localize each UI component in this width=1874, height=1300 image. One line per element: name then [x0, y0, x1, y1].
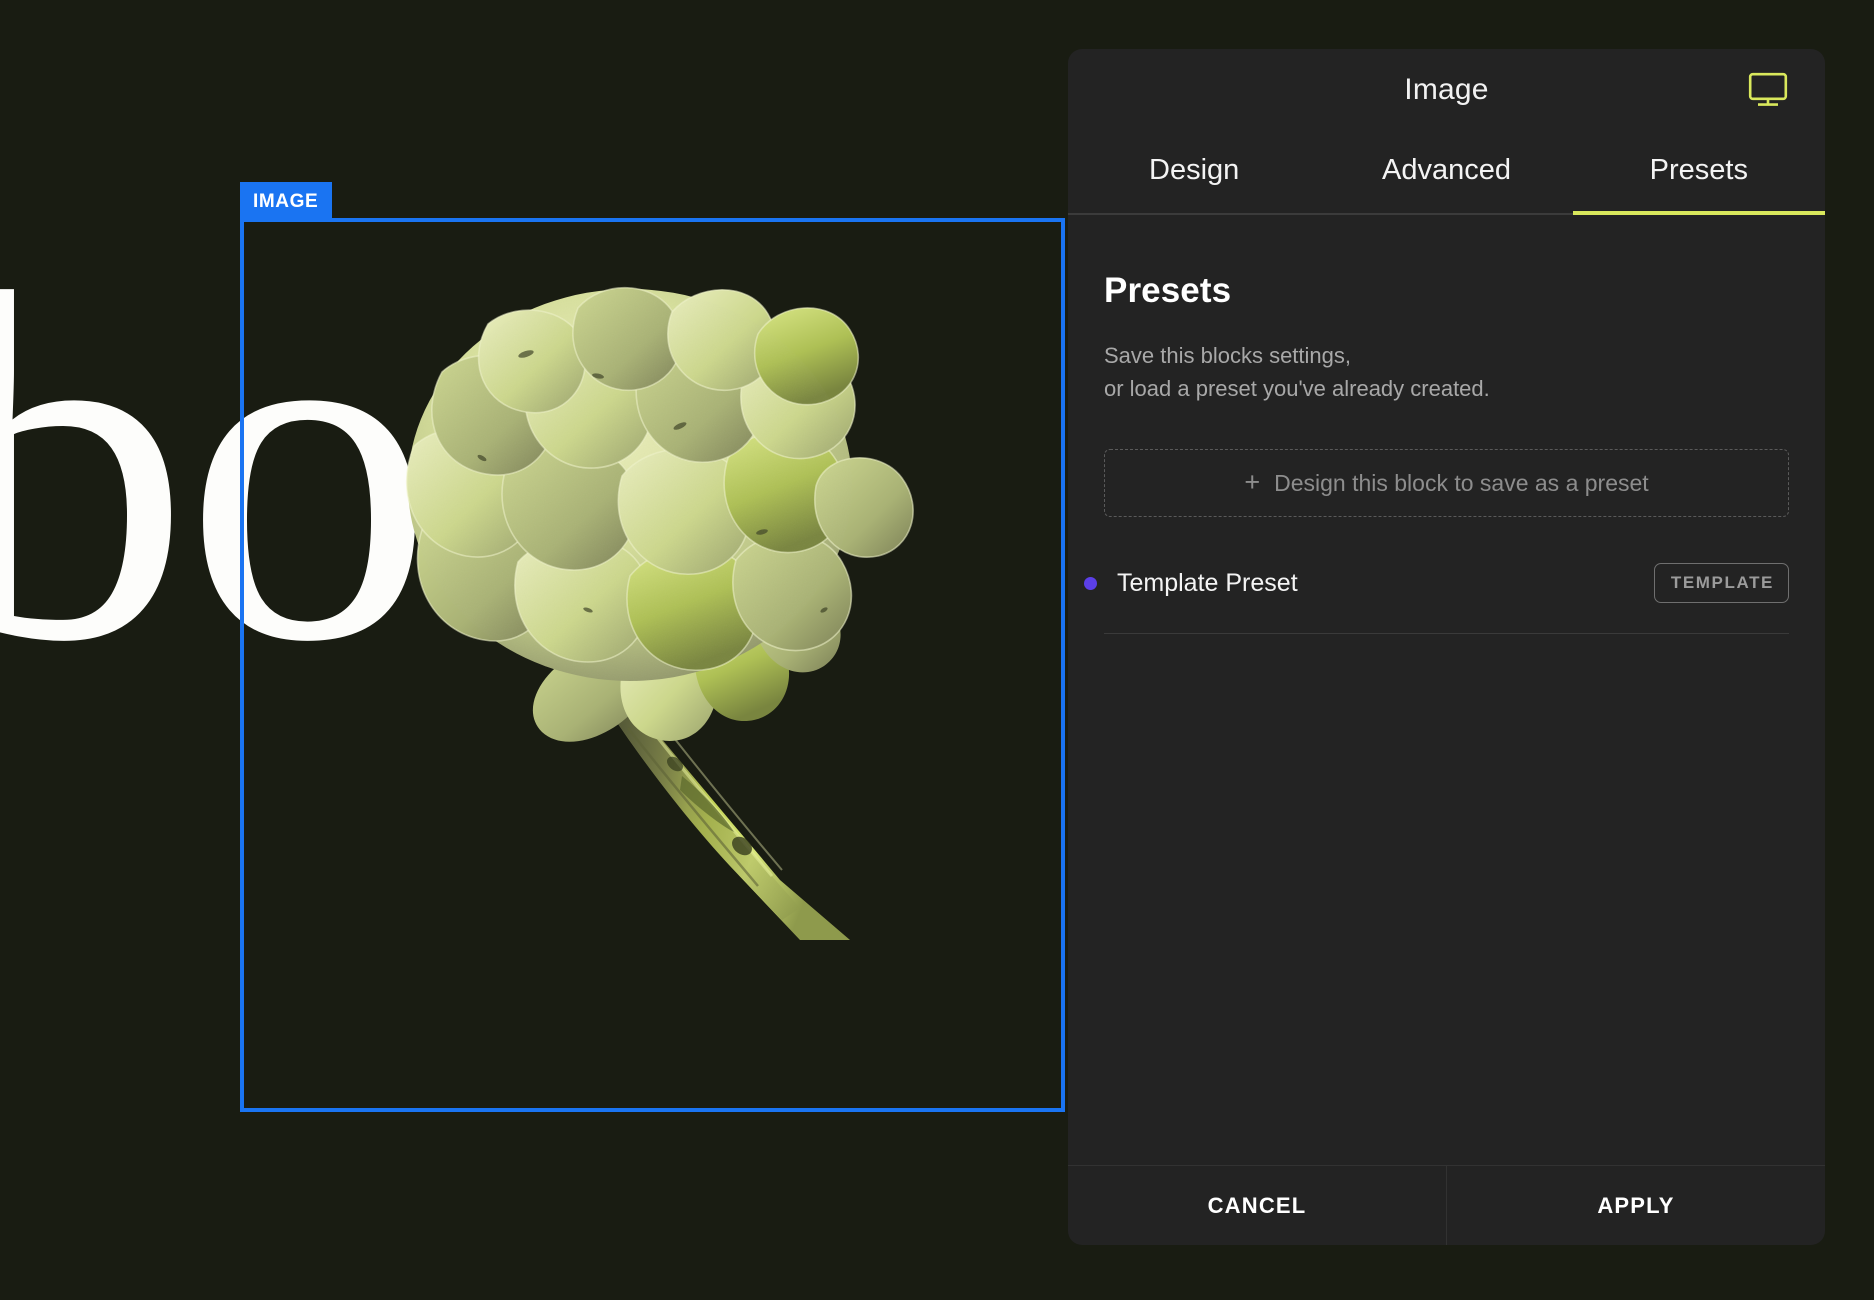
panel-title: Image — [1404, 73, 1489, 106]
block-settings-panel: Image Design Advanced Presets Presets Sa… — [1068, 49, 1825, 1245]
cancel-button[interactable]: CANCEL — [1068, 1166, 1446, 1245]
tab-presets-label: Presets — [1649, 153, 1748, 186]
page-headline-text: bout — [0, 191, 811, 745]
save-as-preset-button[interactable]: + Design this block to save as a preset — [1104, 449, 1789, 517]
panel-header: Image — [1068, 49, 1825, 131]
tab-advanced-label: Advanced — [1381, 153, 1511, 186]
presets-panel-content: Presets Save this blocks settings, or lo… — [1068, 215, 1825, 1165]
preset-status-dot — [1084, 576, 1097, 590]
preset-list: Template Preset TEMPLATE — [1084, 555, 1789, 634]
presets-description: Save this blocks settings, or load a pre… — [1104, 339, 1789, 405]
preset-name: Template Preset — [1117, 568, 1298, 597]
tab-design-label: Design — [1149, 153, 1240, 186]
presets-description-line-2: or load a preset you've already created. — [1104, 376, 1490, 401]
desktop-monitor-icon[interactable] — [1745, 67, 1791, 113]
tab-presets[interactable]: Presets — [1572, 131, 1825, 215]
preset-type-badge[interactable]: TEMPLATE — [1653, 563, 1789, 603]
tab-advanced[interactable]: Advanced — [1320, 131, 1572, 215]
list-divider — [1104, 633, 1789, 634]
presets-heading: Presets — [1104, 271, 1232, 310]
plus-icon: + — [1244, 466, 1261, 497]
panel-tabs: Design Advanced Presets — [1068, 131, 1825, 215]
tab-design[interactable]: Design — [1068, 131, 1320, 215]
app-root: bout IMAGE Image Design Advanced Presets… — [0, 0, 1874, 1300]
apply-button[interactable]: APPLY — [1446, 1166, 1825, 1245]
panel-footer: CANCEL APPLY — [1068, 1165, 1825, 1245]
save-as-preset-label: Design this block to save as a preset — [1274, 469, 1649, 496]
presets-description-line-1: Save this blocks settings, — [1104, 343, 1352, 368]
list-item[interactable]: Template Preset TEMPLATE — [1084, 555, 1789, 611]
